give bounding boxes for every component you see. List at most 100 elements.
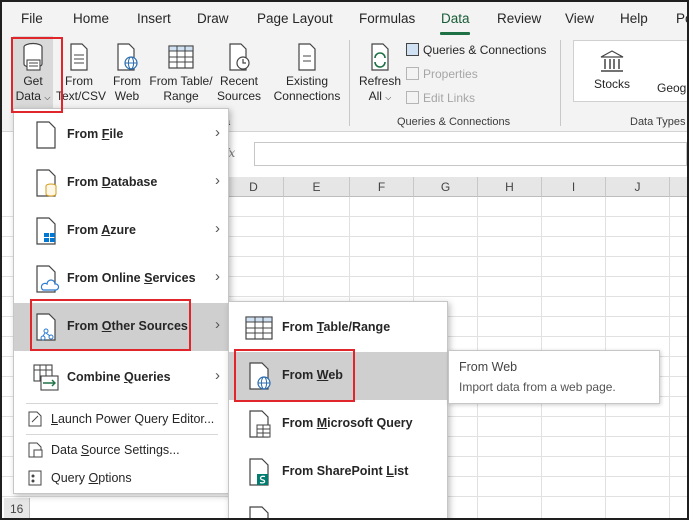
geography-button[interactable]: Geog: [657, 81, 687, 96]
menu-item-from-online-services[interactable]: From Online Services ›: [14, 255, 228, 303]
properties-button[interactable]: Properties: [406, 67, 478, 81]
tab-file[interactable]: File: [21, 11, 43, 26]
table-icon: [168, 45, 194, 69]
menu-item-from-database[interactable]: From Database ›: [14, 159, 228, 207]
menu-label: From: [67, 175, 102, 189]
menu-item-combine-queries[interactable]: Combine Queries ›: [14, 354, 228, 402]
from-table-label-1: From Table/: [149, 74, 213, 88]
menu-item-query-options[interactable]: Query Options: [14, 464, 228, 492]
chevron-right-icon: ›: [215, 172, 220, 189]
ribbon-separator: [349, 40, 350, 126]
submenu-item-partial[interactable]: [229, 496, 447, 518]
tooltip-description: Import data from a web page.: [459, 380, 616, 394]
chevron-right-icon: ›: [215, 124, 220, 141]
from-web-ribbon-button[interactable]: From Web: [106, 42, 148, 104]
highlight-get-data: [11, 37, 63, 113]
submenu-label: From SharePoint: [282, 464, 387, 478]
menu-item-from-file[interactable]: From File ›: [14, 111, 228, 159]
submenu-label: icrosoft Query: [327, 416, 413, 430]
geography-label: Geog: [657, 81, 687, 95]
column-header-d[interactable]: D: [224, 177, 284, 197]
menu-separator: [26, 434, 218, 435]
menu-item-launch-power-query[interactable]: Launch Power Query Editor...: [14, 405, 228, 433]
recent-label-1: Recent: [219, 74, 259, 88]
text-file-icon: [70, 43, 88, 71]
column-header-f[interactable]: F: [350, 177, 414, 197]
submenu-item-from-microsoft-query[interactable]: From Microsoft Query: [229, 400, 447, 448]
menu-label-key: D: [101, 175, 111, 189]
chevron-right-icon: ›: [215, 316, 220, 333]
menu-label: Data: [51, 443, 81, 457]
menu-label-key: Q: [123, 370, 134, 384]
tab-formulas[interactable]: Formulas: [359, 11, 415, 26]
formula-input[interactable]: [254, 142, 687, 166]
edit-links-button[interactable]: Edit Links: [406, 91, 475, 105]
combine-queries-icon: [33, 364, 59, 391]
edit-links-icon: [406, 91, 419, 104]
refresh-all-button[interactable]: Refresh All ⌵: [357, 42, 403, 105]
menu-label: Combine: [67, 370, 124, 384]
stocks-button[interactable]: Stocks: [584, 48, 640, 92]
tab-home[interactable]: Home: [73, 11, 109, 26]
stocks-icon: [600, 50, 624, 72]
submenu-label: From: [282, 416, 317, 430]
menu-item-from-azure[interactable]: From Azure ›: [14, 207, 228, 255]
highlight-from-other-sources: [30, 299, 191, 351]
existing-connections-button[interactable]: Existing Connections: [270, 42, 344, 104]
row-header-16[interactable]: 16: [4, 498, 30, 518]
submenu-item-from-sharepoint-list[interactable]: From SharePoint List: [229, 448, 447, 496]
menu-label-key: L: [51, 412, 58, 426]
menu-label: aunch Power Query Editor...: [57, 412, 215, 426]
menu-label: zure: [110, 223, 136, 237]
column-header-e[interactable]: E: [284, 177, 350, 197]
tab-help[interactable]: Help: [620, 11, 648, 26]
menu-separator: [26, 403, 218, 404]
from-table-range-ribbon-button[interactable]: From Table/ Range: [148, 42, 214, 104]
column-header-h[interactable]: H: [478, 177, 542, 197]
tab-draw[interactable]: Draw: [197, 11, 229, 26]
group-queries-connections: Queries & Connections: [397, 116, 511, 128]
tab-power-pivot[interactable]: Po: [676, 11, 687, 26]
from-web-label-2: Web: [114, 89, 140, 103]
submenu-label-key: L: [386, 464, 394, 478]
microsoft-query-icon: [249, 410, 271, 438]
queries-connections-button[interactable]: Queries & Connections: [406, 43, 546, 57]
column-header-g[interactable]: G: [414, 177, 478, 197]
menu-item-data-source-settings[interactable]: Data Source Settings...: [14, 436, 228, 464]
recent-sources-button[interactable]: Recent Sources: [214, 42, 264, 104]
tab-data[interactable]: Data: [441, 11, 470, 26]
tab-page-layout[interactable]: Page Layout: [257, 11, 333, 26]
submenu-item-from-table-range[interactable]: From Table/Range: [229, 304, 447, 352]
power-query-editor-icon: [28, 411, 42, 427]
stocks-label: Stocks: [593, 77, 630, 91]
recent-sources-icon: [229, 43, 250, 71]
file-icon: [36, 121, 56, 149]
tab-review[interactable]: Review: [497, 11, 541, 26]
highlight-from-web: [234, 349, 355, 402]
menu-label: atabase: [110, 175, 158, 189]
file-icon: [249, 506, 269, 518]
active-tab-indicator: [440, 32, 470, 35]
query-options-icon: [28, 470, 42, 486]
properties-label: Properties: [423, 67, 478, 81]
menu-label: ptions: [98, 471, 132, 485]
ribbon-tab-bar: File Home Insert Draw Page Layout Formul…: [2, 2, 687, 36]
column-header-j[interactable]: J: [606, 177, 670, 197]
submenu-label: ist: [393, 464, 409, 478]
column-header-partial[interactable]: [670, 177, 687, 197]
refresh-label-1: Refresh: [358, 74, 402, 88]
column-header-i[interactable]: I: [542, 177, 606, 197]
tab-insert[interactable]: Insert: [137, 11, 171, 26]
menu-label: ile: [109, 127, 124, 141]
existing-label-1: Existing: [285, 74, 329, 88]
queries-connections-icon: [406, 43, 419, 56]
submenu-label: From: [282, 320, 317, 334]
menu-label: From: [67, 223, 102, 237]
database-file-icon: [36, 169, 57, 197]
menu-label-key: A: [101, 223, 111, 237]
cloud-file-icon: [36, 265, 60, 293]
existing-label-2: Connections: [273, 89, 341, 103]
tab-view[interactable]: View: [565, 11, 594, 26]
group-data-types: Data Types: [630, 116, 686, 128]
web-file-icon: [117, 43, 138, 71]
